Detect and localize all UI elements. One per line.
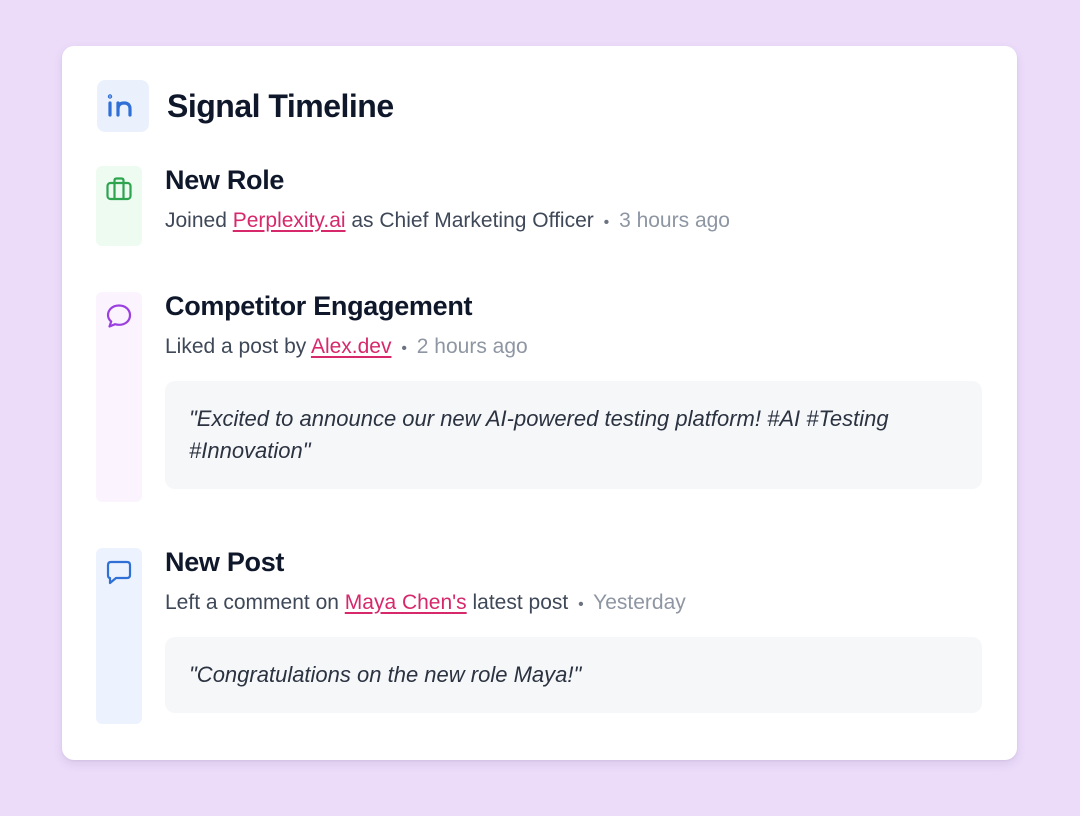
timeline-rail <box>96 548 142 724</box>
profile-link[interactable]: Alex.dev <box>311 335 392 358</box>
item-description: Joined Perplexity.ai as Chief Marketing … <box>165 208 730 232</box>
timestamp: 2 hours ago <box>416 334 528 358</box>
chat-bubble-round-icon <box>106 304 132 328</box>
briefcase-icon <box>106 177 132 201</box>
item-description: Left a comment on Maya Chen's latest pos… <box>165 590 686 614</box>
separator-dot: • <box>401 339 407 357</box>
post-quote: "Excited to announce our new AI-powered … <box>165 380 982 489</box>
item-title: New Post <box>165 547 285 577</box>
separator-dot: • <box>603 213 610 231</box>
timestamp: Yesterday <box>593 590 686 614</box>
card-header: Signal Timeline <box>97 80 394 132</box>
item-description: Liked a post by Alex.dev • 2 hours ago <box>165 334 528 358</box>
signal-timeline-card: Signal Timeline New Role Joined Perplexi… <box>62 46 1017 760</box>
separator-dot: • <box>578 595 584 613</box>
timeline-item-new-post: New Post Left a comment on Maya Chen's l… <box>96 547 982 724</box>
item-title: New Role <box>165 165 285 195</box>
timeline-rail <box>96 292 142 502</box>
comment-quote: "Congratulations on the new role Maya!" <box>165 636 982 713</box>
chat-bubble-square-icon <box>106 560 132 585</box>
linkedin-logo <box>97 80 149 132</box>
item-title: Competitor Engagement <box>165 291 473 321</box>
timeline-rail <box>96 166 142 246</box>
page-title: Signal Timeline <box>167 87 394 124</box>
company-link[interactable]: Perplexity.ai <box>233 209 346 232</box>
timestamp: 3 hours ago <box>619 208 730 232</box>
profile-link[interactable]: Maya Chen's <box>345 591 467 614</box>
timeline-item-new-role: New Role Joined Perplexity.ai as Chief M… <box>96 165 982 246</box>
linkedin-icon <box>107 94 132 117</box>
timeline-item-competitor-engagement: Competitor Engagement Liked a post by Al… <box>96 291 982 502</box>
